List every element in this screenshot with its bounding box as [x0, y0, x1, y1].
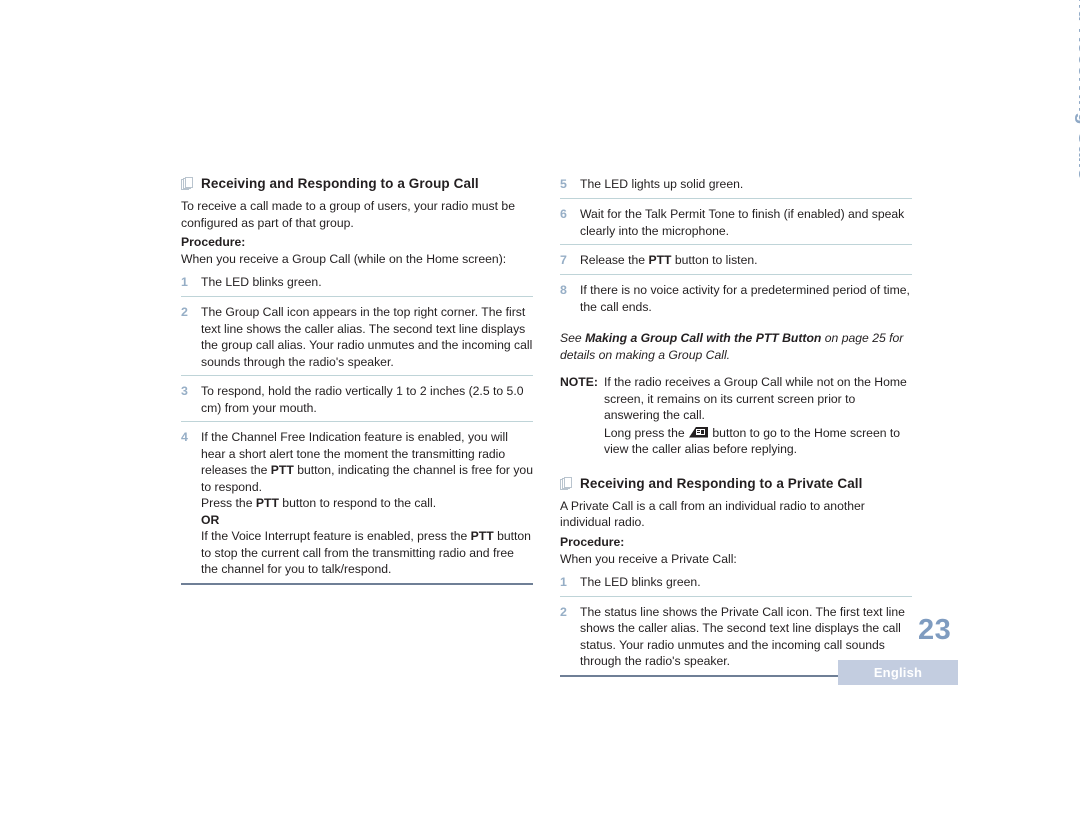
page-number: 23 [918, 614, 952, 646]
step-text: The LED blinks green. [201, 275, 322, 289]
step-line: Release the PTT button to listen. [580, 253, 758, 267]
note-label: NOTE: [560, 375, 598, 389]
step-line-or: OR [201, 512, 220, 527]
procedure-label-right: Procedure: [560, 534, 625, 549]
step-number: 1 [181, 275, 188, 289]
pages-stack-icon [181, 177, 194, 192]
manual-page: Receiving and Responding to a Group Call… [0, 0, 1080, 834]
step-text: The LED lights up solid green. [580, 177, 744, 191]
step-number: 1 [560, 574, 567, 589]
section-heading-label: Receiving and Responding to a Private Ca… [580, 475, 863, 491]
side-tab: Making and Receiving Calls [1036, 0, 1080, 480]
list-item: 4 If the Channel Free Indication feature… [181, 429, 533, 585]
step-text: The LED blinks green. [580, 574, 701, 589]
home-button-key-icon [689, 426, 709, 438]
step-number: 4 [181, 430, 188, 444]
language-badge: English [838, 660, 958, 685]
list-item: 5 The LED lights up solid green. [560, 176, 912, 199]
steps-list-left: 1 The LED blinks green. 2 The Group Call… [181, 274, 533, 585]
note-block: NOTE: If the radio receives a Group Call… [560, 374, 912, 458]
note-body: If the radio receives a Group Call while… [604, 374, 912, 458]
step-line: Press the PTT button to respond to the c… [201, 496, 437, 510]
step-line: If the Channel Free Indication feature i… [201, 430, 533, 494]
language-label: English [873, 665, 923, 680]
step-number: 5 [560, 177, 567, 191]
step-text: If the Channel Free Indication feature i… [201, 429, 533, 578]
list-item: 3 To respond, hold the radio vertically … [181, 383, 533, 422]
step-number: 7 [560, 253, 567, 267]
see-reference-title: Making a Group Call with the PTT Button [585, 331, 822, 345]
right-column: 5 The LED lights up solid green. 6 Wait … [560, 176, 912, 684]
list-item: 6 Wait for the Talk Permit Tone to finis… [560, 206, 912, 245]
section-heading-group-call: Receiving and Responding to a Group Call [181, 176, 533, 192]
step-text: If there is no voice activity for a pred… [580, 283, 910, 314]
section-heading-private-call: Receiving and Responding to a Private Ca… [560, 476, 912, 492]
list-item: 7 Release the PTT button to listen. [560, 252, 912, 275]
step-number: 6 [560, 207, 567, 221]
group-call-intro: To receive a call made to a group of use… [181, 199, 515, 230]
procedure-intro-left: When you receive a Group Call (while on … [181, 252, 507, 266]
side-tab-label: Making and Receiving Calls [1074, 0, 1080, 180]
step-text: Release the PTT button to listen. [580, 252, 912, 269]
list-item: 1 The LED blinks green. [181, 274, 533, 297]
pages-stack-icon [560, 476, 573, 492]
note-paragraph-1: If the radio receives a Group Call while… [604, 375, 907, 422]
list-item: 8 If there is no voice activity for a pr… [560, 282, 912, 320]
step-number: 2 [181, 305, 188, 319]
step-number: 3 [181, 384, 188, 398]
section-heading-label: Receiving and Responding to a Group Call [201, 176, 479, 191]
note-paragraph-2: Long press the button to go to the Home … [604, 425, 901, 457]
left-column: Receiving and Responding to a Group Call… [181, 176, 533, 592]
step-text: To respond, hold the radio vertically 1 … [201, 384, 524, 415]
procedure-label-left: Procedure: [181, 235, 246, 249]
step-number: 2 [560, 604, 567, 619]
steps-list-right: 5 The LED lights up solid green. 6 Wait … [560, 176, 912, 320]
step-line: If the Voice Interrupt feature is enable… [201, 529, 531, 576]
list-item: 2 The Group Call icon appears in the top… [181, 304, 533, 376]
step-number: 8 [560, 283, 567, 297]
step-text: The Group Call icon appears in the top r… [201, 305, 533, 369]
list-item: 1 The LED blinks green. [560, 574, 912, 597]
private-call-intro: A Private Call is a call from an individ… [560, 498, 865, 530]
see-reference: See Making a Group Call with the PTT But… [560, 331, 904, 362]
procedure-intro-right: When you receive a Private Call: [560, 551, 737, 566]
step-text: Wait for the Talk Permit Tone to finish … [580, 207, 905, 238]
